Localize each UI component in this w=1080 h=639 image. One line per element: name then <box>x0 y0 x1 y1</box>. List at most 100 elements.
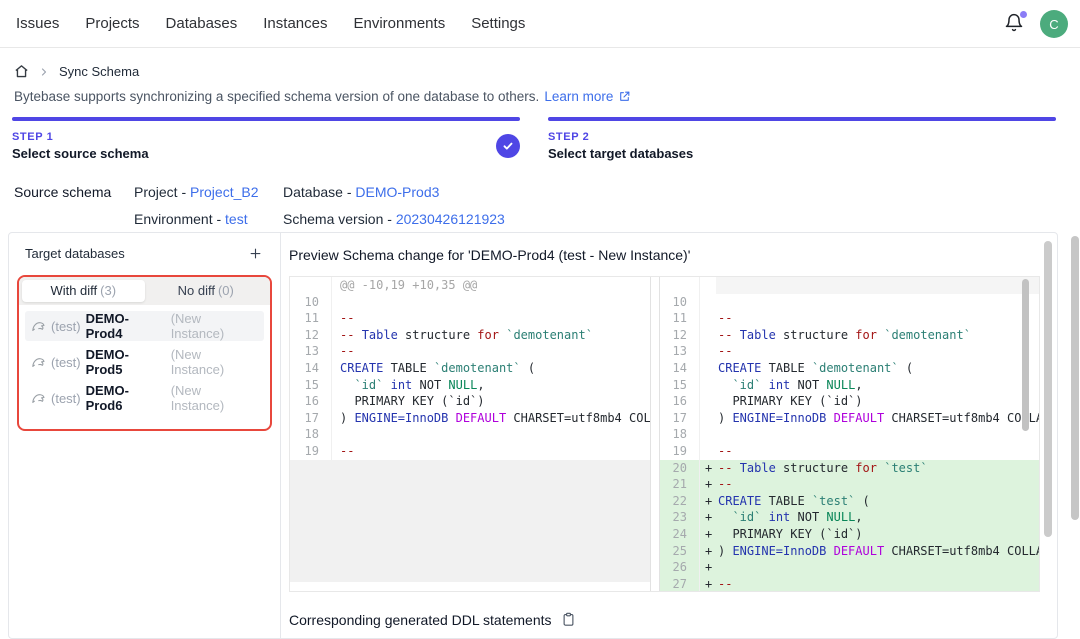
diff-added-marker: + <box>700 543 716 560</box>
diff-line: 25+) ENGINE=InnoDB DEFAULT CHARSET=utf8m… <box>660 543 1039 560</box>
line-number <box>290 277 332 294</box>
source-version-row: Schema version - 20230426121923 <box>283 206 505 233</box>
code-text: CREATE TABLE `test` ( <box>716 493 1039 510</box>
diff-added-marker: + <box>700 493 716 510</box>
nav-item-databases[interactable]: Databases <box>166 15 238 32</box>
notification-bell-icon[interactable] <box>1004 13 1026 35</box>
target-database-list: (test) DEMO-Prod4 (New Instance) (test) … <box>19 305 270 429</box>
step-1[interactable]: STEP 1 Select source schema <box>12 117 520 161</box>
copy-icon[interactable] <box>561 612 577 628</box>
diff-line: 20+-- Table structure for `test` <box>660 460 1039 477</box>
intro-text: Bytebase supports synchronizing a specif… <box>14 89 539 104</box>
line-number: 11 <box>290 310 332 327</box>
diff-added-marker <box>700 426 716 443</box>
code-text: -- Table structure for `demotenant` <box>716 327 1039 344</box>
database-list-item[interactable]: (test) DEMO-Prod5 (New Instance) <box>25 347 264 377</box>
database-list-item[interactable]: (test) DEMO-Prod6 (New Instance) <box>25 383 264 413</box>
diff-added-marker <box>700 410 716 427</box>
line-number: 18 <box>660 426 700 443</box>
diff-line: 11-- <box>660 310 1039 327</box>
breadcrumb: Sync Schema <box>14 64 139 79</box>
tab-with-diff[interactable]: With diff(3) <box>22 280 145 302</box>
stepper: STEP 1 Select source schema STEP 2 Selec… <box>12 117 1056 161</box>
code-text: -- <box>332 343 650 360</box>
diff-added-marker: + <box>700 559 716 576</box>
diff-added-marker <box>700 343 716 360</box>
diff-added-marker <box>700 327 716 344</box>
line-number: 12 <box>660 327 700 344</box>
diff-line: 26+ <box>660 559 1039 576</box>
diff-added-marker: + <box>700 476 716 493</box>
line-number: 15 <box>660 377 700 394</box>
code-text: PRIMARY KEY (`id`) <box>716 526 1039 543</box>
nav-item-issues[interactable]: Issues <box>16 15 59 32</box>
step-1-progress-bar <box>12 117 520 121</box>
code-text: `id` int NOT NULL, <box>716 377 1039 394</box>
nav-item-projects[interactable]: Projects <box>85 15 139 32</box>
line-number: 27 <box>660 576 700 591</box>
step-2-title: Select target databases <box>548 146 693 161</box>
line-number: 11 <box>660 310 700 327</box>
page-scrollbar[interactable] <box>1071 236 1079 520</box>
diff-line: 13-- <box>290 343 650 360</box>
avatar[interactable]: C <box>1040 10 1068 38</box>
diff-line: 13-- <box>660 343 1039 360</box>
code-text: ) ENGINE=InnoDB DEFAULT CHARSET=utf8mb4 … <box>716 410 1039 427</box>
line-number: 13 <box>290 343 332 360</box>
diff-line: 16 PRIMARY KEY (`id`) <box>660 393 1039 410</box>
line-number: 16 <box>660 393 700 410</box>
diff-added-marker <box>700 443 716 460</box>
source-schema-summary: Source schema Project - Project_B2 Envir… <box>14 179 505 233</box>
diff-line: 16 PRIMARY KEY (`id`) <box>290 393 650 410</box>
diff-line <box>660 277 1039 294</box>
schema-version-link[interactable]: 20230426121923 <box>396 211 505 227</box>
nav-item-settings[interactable]: Settings <box>471 15 525 32</box>
code-text: CREATE TABLE `demotenant` ( <box>716 360 1039 377</box>
diff-added-marker <box>700 377 716 394</box>
database-link[interactable]: DEMO-Prod3 <box>355 184 439 200</box>
diff-right-pane: 1011--12-- Table structure for `demotena… <box>659 277 1039 591</box>
code-text: -- <box>716 476 1039 493</box>
card-scrollbar[interactable] <box>1044 241 1052 537</box>
code-text <box>716 294 1039 311</box>
diff-line: 19-- <box>290 443 650 460</box>
diff-line: 21+-- <box>660 476 1039 493</box>
code-text: `id` int NOT NULL, <box>332 377 650 394</box>
step-1-title: Select source schema <box>12 146 149 161</box>
mysql-icon <box>31 319 46 334</box>
diff-added-marker: + <box>700 509 716 526</box>
editor-scrollbar[interactable] <box>1022 279 1029 431</box>
nav-item-instances[interactable]: Instances <box>263 15 327 32</box>
diff-line: 14CREATE TABLE `demotenant` ( <box>660 360 1039 377</box>
database-list-item[interactable]: (test) DEMO-Prod4 (New Instance) <box>25 311 264 341</box>
source-schema-label: Source schema <box>14 179 134 233</box>
code-text: -- Table structure for `test` <box>716 460 1039 477</box>
diff-added-marker: + <box>700 526 716 543</box>
project-link[interactable]: Project_B2 <box>190 184 258 200</box>
code-text <box>716 426 1039 443</box>
line-number: 25 <box>660 543 700 560</box>
diff-line: 11-- <box>290 310 650 327</box>
line-number: 26 <box>660 559 700 576</box>
nav-item-environments[interactable]: Environments <box>353 15 445 32</box>
source-project-row: Project - Project_B2 <box>134 179 283 206</box>
external-link-icon[interactable] <box>618 90 631 103</box>
code-text: ) ENGINE=InnoDB DEFAULT CHARSET=utf8mb4 … <box>716 543 1039 560</box>
add-target-database-button[interactable] <box>246 244 264 262</box>
chevron-right-icon <box>38 66 50 78</box>
step-2[interactable]: STEP 2 Select target databases <box>548 117 1056 161</box>
home-icon[interactable] <box>14 64 29 79</box>
code-text: ) ENGINE=InnoDB DEFAULT CHARSET=utf8mb4 … <box>332 410 650 427</box>
code-text <box>332 294 650 311</box>
top-navigation: Issues Projects Databases Instances Envi… <box>0 0 1080 48</box>
learn-more-link[interactable]: Learn more <box>544 89 613 104</box>
environment-link[interactable]: test <box>225 211 248 227</box>
diff-line: 24+ PRIMARY KEY (`id`) <box>660 526 1039 543</box>
tab-no-diff[interactable]: No diff(0) <box>145 280 268 302</box>
diff-added-marker <box>700 393 716 410</box>
line-number: 15 <box>290 377 332 394</box>
diff-filter-tabs: With diff(3) No diff(0) <box>19 277 270 305</box>
diff-pane-divider <box>651 277 659 591</box>
diff-line: 10 <box>660 294 1039 311</box>
step-1-check-icon <box>496 134 520 158</box>
